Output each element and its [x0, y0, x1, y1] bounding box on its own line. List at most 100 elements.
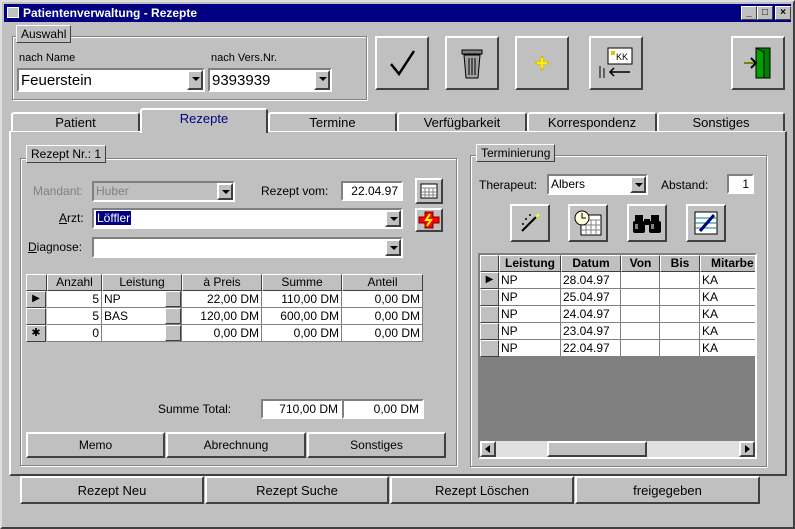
abstand-field[interactable]: 1 [727, 174, 754, 194]
col-datum[interactable]: Datum [561, 255, 621, 272]
cell-mitarbeiter[interactable]: KA [700, 272, 755, 289]
cell-datum[interactable]: 25.04.97 [561, 289, 621, 306]
cell-bis[interactable] [660, 272, 700, 289]
cell-leistung[interactable]: NP [499, 289, 561, 306]
schedule-button[interactable] [568, 204, 608, 242]
cell-preis[interactable]: 22,00 DM [182, 291, 262, 308]
chevron-down-icon[interactable] [630, 176, 646, 193]
cell-leistung[interactable]: NP [499, 323, 561, 340]
new-button[interactable] [515, 36, 569, 90]
tab-patient[interactable]: Patient [11, 112, 140, 132]
cell-preis[interactable]: 120,00 DM [182, 308, 262, 325]
col-bis[interactable]: Bis [660, 255, 700, 272]
row-selector[interactable] [480, 289, 499, 306]
row-selector-current[interactable]: ▶ [26, 291, 46, 308]
horizontal-scrollbar[interactable] [480, 441, 755, 457]
calendar-button[interactable] [415, 178, 443, 204]
chevron-down-icon[interactable] [187, 70, 203, 90]
close-button[interactable]: × [775, 6, 791, 20]
magic-wand-button[interactable] [510, 204, 550, 242]
cell-anteil[interactable]: 0,00 DM [342, 325, 423, 342]
col-von[interactable]: Von [621, 255, 660, 272]
maximize-button[interactable]: □ [757, 6, 773, 20]
chevron-down-icon[interactable] [314, 70, 330, 90]
therapeut-combobox[interactable]: Albers [547, 174, 648, 195]
cell-von[interactable] [621, 306, 660, 323]
tab-sonstiges[interactable]: Sonstiges [657, 112, 785, 132]
cell-datum[interactable]: 23.04.97 [561, 323, 621, 340]
delete-button[interactable] [445, 36, 499, 90]
title-bar[interactable]: Patientenverwaltung - Rezepte _ □ × [4, 4, 791, 22]
chevron-down-icon[interactable] [165, 291, 181, 307]
cell-leistung[interactable]: NP [499, 272, 561, 289]
cell-preis[interactable]: 0,00 DM [182, 325, 262, 342]
cell-anteil[interactable]: 0,00 DM [342, 308, 423, 325]
arzt-emergency-button[interactable] [415, 208, 443, 232]
cell-bis[interactable] [660, 289, 700, 306]
col-summe[interactable]: Summe [262, 274, 342, 291]
cell-anzahl[interactable]: 5 [47, 291, 102, 308]
memo-button[interactable]: Memo [26, 432, 165, 458]
cell-datum[interactable]: 28.04.97 [561, 272, 621, 289]
cell-leistung[interactable]: BAS [102, 308, 182, 325]
confirm-button[interactable] [375, 36, 429, 90]
cell-datum[interactable]: 24.04.97 [561, 306, 621, 323]
auswahl-label[interactable]: Auswahl [16, 25, 72, 43]
chevron-down-icon[interactable] [385, 210, 401, 227]
exit-button[interactable] [731, 36, 785, 90]
cell-leistung[interactable]: NP [499, 340, 561, 357]
cell-summe[interactable]: 110,00 DM [262, 291, 342, 308]
edit-button[interactable] [686, 204, 726, 242]
cell-datum[interactable]: 22.04.97 [561, 340, 621, 357]
row-selector-new[interactable]: ✱ [26, 325, 46, 342]
tab-korrespondenz[interactable]: Korrespondenz [527, 112, 657, 132]
cell-mitarbeiter[interactable]: KA [700, 289, 755, 306]
sonstiges-button[interactable]: Sonstiges [307, 432, 446, 458]
row-selector[interactable] [480, 340, 499, 357]
cell-bis[interactable] [660, 340, 700, 357]
col-mitarbeiter[interactable]: Mitarbe [700, 255, 755, 272]
diagnose-combobox[interactable] [92, 237, 403, 258]
row-selector[interactable] [480, 306, 499, 323]
chevron-down-icon[interactable] [385, 239, 401, 256]
rezept-neu-button[interactable]: Rezept Neu [20, 476, 204, 504]
col-anzahl[interactable]: Anzahl [47, 274, 102, 291]
tab-verfuegbarkeit[interactable]: Verfügbarkeit [397, 112, 527, 132]
rezept-loeschen-button[interactable]: Rezept Löschen [390, 476, 574, 504]
cell-anzahl[interactable]: 0 [47, 325, 102, 342]
cell-summe[interactable]: 600,00 DM [262, 308, 342, 325]
name-combobox[interactable]: Feuerstein [17, 68, 205, 92]
card-import-button[interactable]: KK [589, 36, 643, 90]
arzt-combobox[interactable]: Löffler [92, 208, 403, 229]
minimize-button[interactable]: _ [741, 6, 757, 20]
chevron-down-icon[interactable] [165, 308, 181, 324]
cell-anzahl[interactable]: 5 [47, 308, 102, 325]
col-leistung[interactable]: Leistung [102, 274, 182, 291]
col-preis[interactable]: à Preis [182, 274, 262, 291]
col-leistung[interactable]: Leistung [499, 255, 561, 272]
cell-von[interactable] [621, 323, 660, 340]
cell-von[interactable] [621, 340, 660, 357]
cell-leistung[interactable]: NP [102, 291, 182, 308]
scroll-left-button[interactable] [480, 441, 496, 457]
abrechnung-button[interactable]: Abrechnung [166, 432, 306, 458]
versnr-combobox[interactable]: 9393939 [208, 68, 332, 92]
scroll-right-button[interactable] [739, 441, 755, 457]
freigegeben-button[interactable]: freigegeben [575, 476, 760, 504]
cell-von[interactable] [621, 272, 660, 289]
chevron-down-icon[interactable] [165, 325, 181, 341]
row-selector-current[interactable]: ▶ [480, 272, 499, 289]
scroll-thumb[interactable] [547, 441, 647, 457]
cell-leistung[interactable] [102, 325, 182, 342]
tab-termine[interactable]: Termine [268, 112, 397, 132]
cell-mitarbeiter[interactable]: KA [700, 306, 755, 323]
cell-von[interactable] [621, 289, 660, 306]
cell-anteil[interactable]: 0,00 DM [342, 291, 423, 308]
search-button[interactable] [627, 204, 667, 242]
cell-bis[interactable] [660, 306, 700, 323]
row-selector[interactable] [480, 323, 499, 340]
tab-rezepte[interactable]: Rezepte [140, 108, 268, 133]
row-selector[interactable] [26, 308, 46, 325]
rezept-vom-field[interactable]: 22.04.97 [341, 181, 403, 201]
cell-mitarbeiter[interactable]: KA [700, 340, 755, 357]
